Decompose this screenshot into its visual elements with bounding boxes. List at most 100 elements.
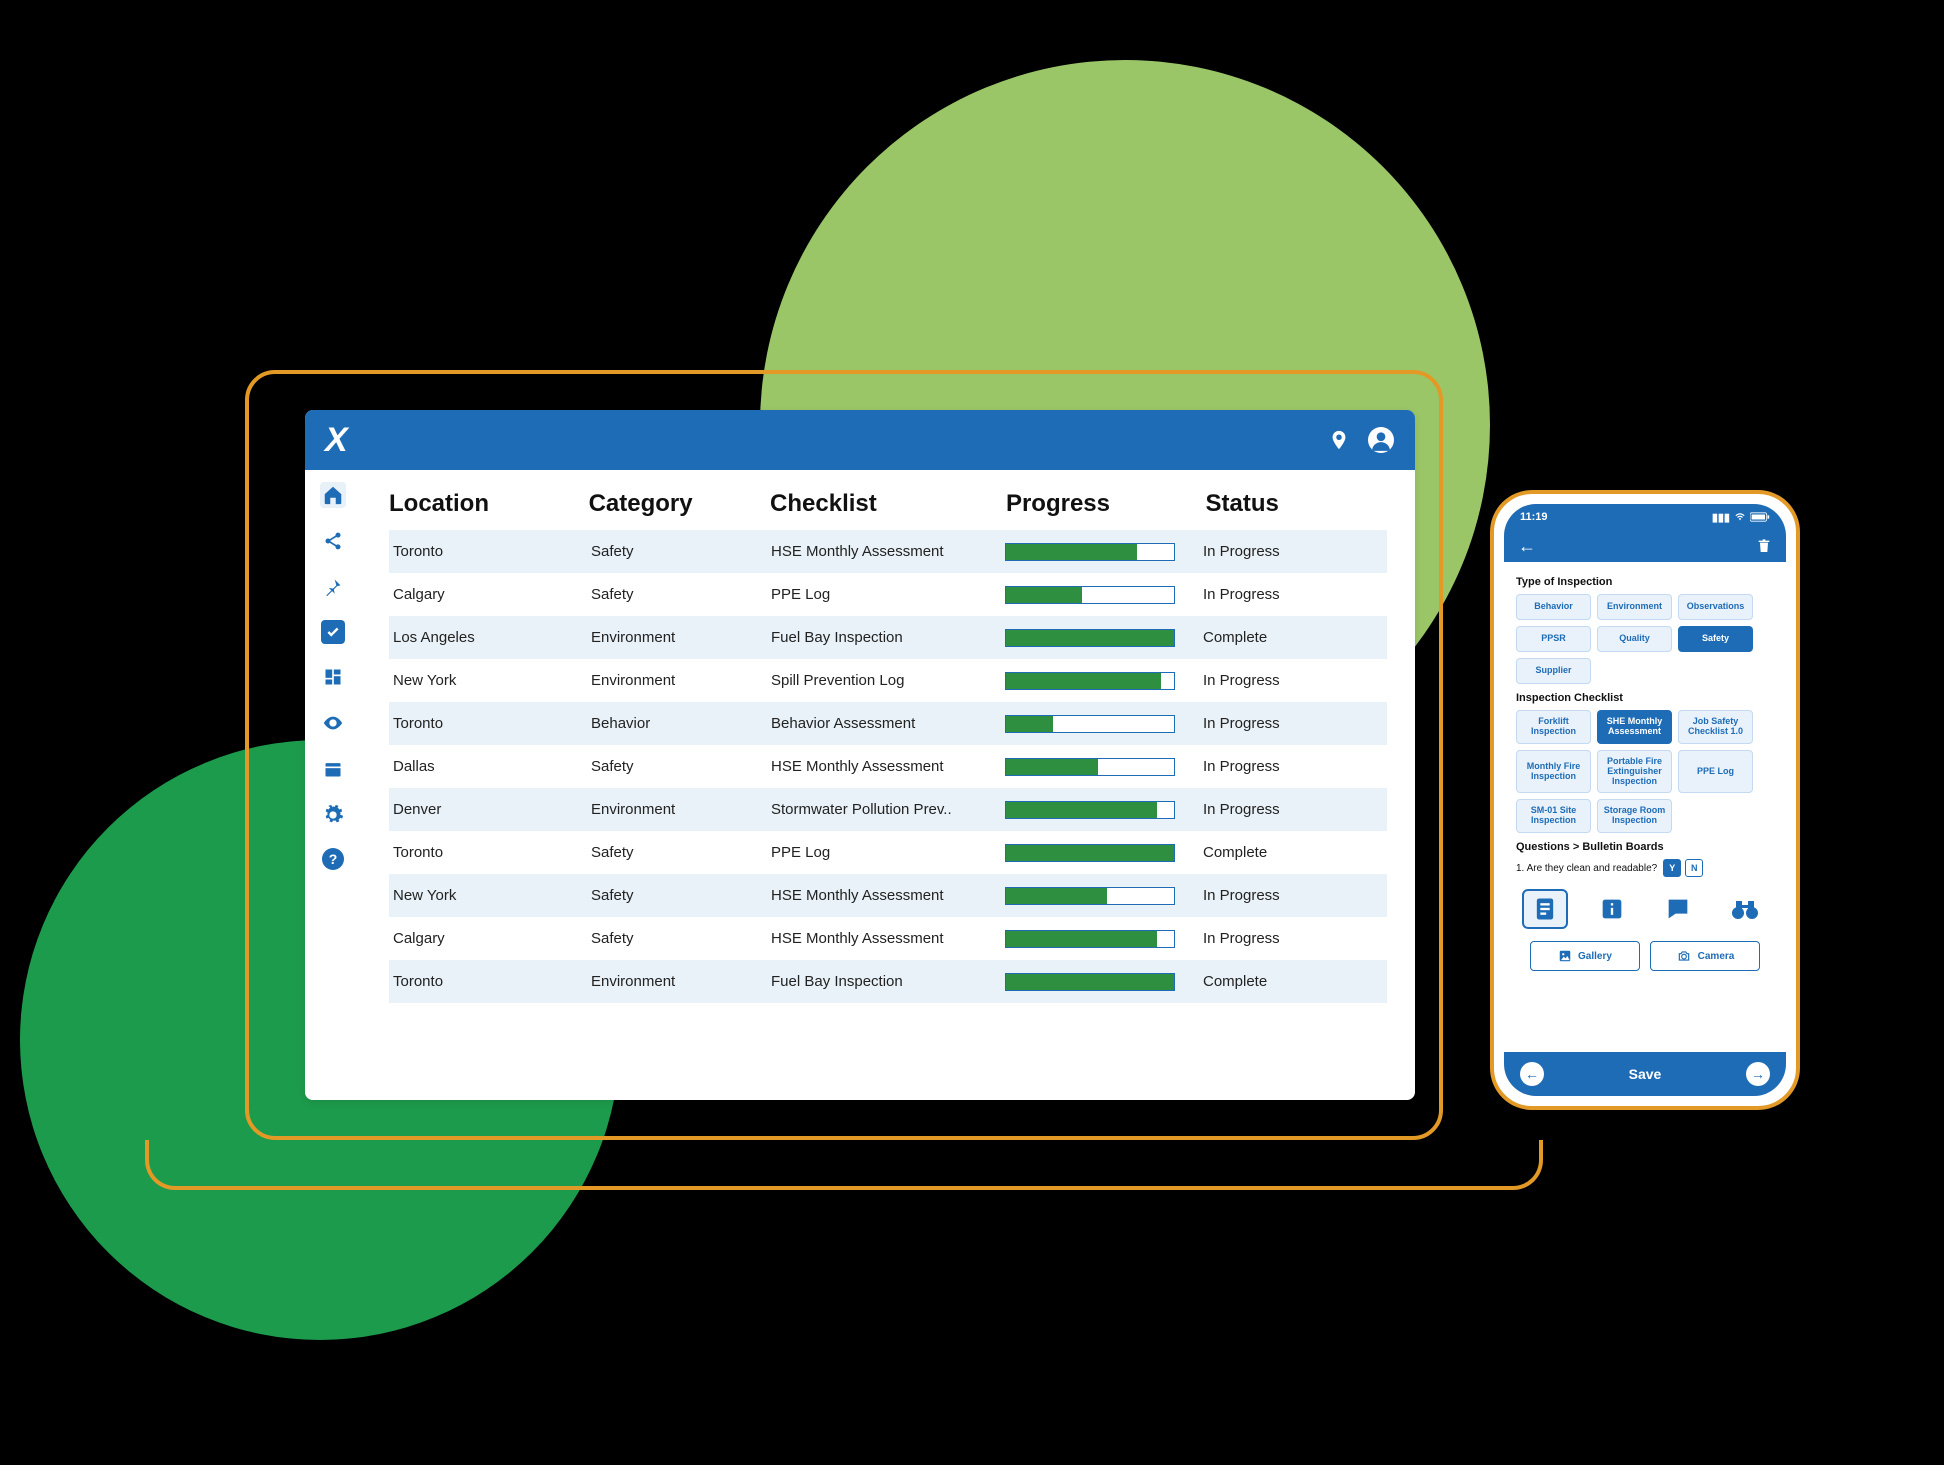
clipboard-icon[interactable] <box>1522 889 1568 929</box>
cell-category: Safety <box>591 930 771 947</box>
cell-category: Environment <box>591 973 771 990</box>
cell-checklist: Fuel Bay Inspection <box>771 973 1005 990</box>
cell-status: Complete <box>1203 844 1383 861</box>
cell-checklist: HSE Monthly Assessment <box>771 930 1005 947</box>
cell-location: Denver <box>393 801 591 818</box>
table-row[interactable]: New YorkSafetyHSE Monthly AssessmentIn P… <box>389 874 1387 917</box>
table-row[interactable]: CalgarySafetyPPE LogIn Progress <box>389 573 1387 616</box>
home-icon[interactable] <box>320 482 346 508</box>
cell-status: In Progress <box>1203 586 1383 603</box>
eye-icon[interactable] <box>320 710 346 736</box>
table-row[interactable]: New YorkEnvironmentSpill Prevention LogI… <box>389 659 1387 702</box>
cell-location: Toronto <box>393 715 591 732</box>
table-row[interactable]: DenverEnvironmentStormwater Pollution Pr… <box>389 788 1387 831</box>
no-button[interactable]: N <box>1685 859 1703 877</box>
col-status: Status <box>1206 490 1387 518</box>
cell-checklist: HSE Monthly Assessment <box>771 887 1005 904</box>
cell-category: Environment <box>591 672 771 689</box>
checklist-chip[interactable]: Monthly Fire Inspection <box>1516 750 1591 794</box>
cell-location: Los Angeles <box>393 629 591 646</box>
cell-progress <box>1005 629 1203 647</box>
location-pin-icon[interactable] <box>1325 426 1353 454</box>
trash-icon[interactable] <box>1756 538 1772 554</box>
share-icon[interactable] <box>320 528 346 554</box>
cell-status: In Progress <box>1203 715 1383 732</box>
save-button[interactable]: Save <box>1629 1066 1662 1082</box>
type-chip[interactable]: Environment <box>1597 594 1672 620</box>
desktop-app-window: X ? Location Category Checklis <box>305 410 1415 1100</box>
type-chip[interactable]: Observations <box>1678 594 1753 620</box>
checklist-chip[interactable]: Job Safety Checklist 1.0 <box>1678 710 1753 744</box>
sidebar: ? <box>305 470 361 1100</box>
cell-progress <box>1005 672 1203 690</box>
type-chip[interactable]: Safety <box>1678 626 1753 652</box>
info-icon[interactable] <box>1589 889 1635 929</box>
cell-checklist: HSE Monthly Assessment <box>771 543 1005 560</box>
gallery-button[interactable]: Gallery <box>1530 941 1640 971</box>
type-chip[interactable]: Quality <box>1597 626 1672 652</box>
cell-location: Calgary <box>393 930 591 947</box>
type-chip[interactable]: PPSR <box>1516 626 1591 652</box>
checklist-chip[interactable]: Portable Fire Extinguisher Inspection <box>1597 750 1672 794</box>
cell-progress <box>1005 586 1203 604</box>
table-row[interactable]: TorontoEnvironmentFuel Bay InspectionCom… <box>389 960 1387 1003</box>
help-icon[interactable]: ? <box>322 848 344 870</box>
yes-button[interactable]: Y <box>1663 859 1681 877</box>
checklist-chip[interactable]: PPE Log <box>1678 750 1753 794</box>
cell-location: New York <box>393 672 591 689</box>
gallery-label: Gallery <box>1578 951 1612 962</box>
gear-icon[interactable] <box>320 802 346 828</box>
next-button[interactable]: → <box>1746 1062 1770 1086</box>
pin-icon[interactable] <box>320 574 346 600</box>
cell-checklist: Behavior Assessment <box>771 715 1005 732</box>
cell-checklist: PPE Log <box>771 844 1005 861</box>
checklist-chip[interactable]: SHE Monthly Assessment <box>1597 710 1672 744</box>
checkbox-icon[interactable] <box>321 620 345 644</box>
cell-progress <box>1005 844 1203 862</box>
question-row: 1. Are they clean and readable? Y N <box>1516 859 1774 877</box>
table-content: Location Category Checklist Progress Sta… <box>361 470 1415 1100</box>
questions-label: Questions > Bulletin Boards <box>1516 841 1774 853</box>
table-row[interactable]: TorontoSafetyHSE Monthly AssessmentIn Pr… <box>389 530 1387 573</box>
table-row[interactable]: CalgarySafetyHSE Monthly Assessment In Pr… <box>389 917 1387 960</box>
cell-status: In Progress <box>1203 801 1383 818</box>
cell-status: In Progress <box>1203 930 1383 947</box>
back-icon[interactable]: ← <box>1518 536 1536 557</box>
cell-checklist: PPE Log <box>771 586 1005 603</box>
cell-progress <box>1005 543 1203 561</box>
table-row[interactable]: TorontoSafetyPPE Log Complete <box>389 831 1387 874</box>
cell-checklist: Fuel Bay Inspection <box>771 629 1005 646</box>
prev-button[interactable]: ← <box>1520 1062 1544 1086</box>
table-row[interactable]: DallasSafetyHSE Monthly AssessmentIn Pro… <box>389 745 1387 788</box>
calendar-icon[interactable] <box>320 756 346 782</box>
app-header: X <box>305 410 1415 470</box>
cell-category: Safety <box>591 844 771 861</box>
cell-status: Complete <box>1203 629 1383 646</box>
cell-category: Environment <box>591 629 771 646</box>
chat-icon[interactable] <box>1655 889 1701 929</box>
cell-progress <box>1005 715 1203 733</box>
checklist-chip[interactable]: Storage Room Inspection <box>1597 799 1672 833</box>
table-row[interactable]: TorontoBehaviorBehavior AssessmentIn Pro… <box>389 702 1387 745</box>
phone-bottom-bar: ← Save → <box>1504 1052 1786 1096</box>
cell-location: Toronto <box>393 844 591 861</box>
cell-status: In Progress <box>1203 543 1383 560</box>
cell-status: In Progress <box>1203 887 1383 904</box>
cell-location: Dallas <box>393 758 591 775</box>
cell-progress <box>1005 973 1203 991</box>
phone-top-bar: ← <box>1504 530 1786 562</box>
binoculars-icon[interactable] <box>1722 889 1768 929</box>
table-row[interactable]: Los AngelesEnvironmentFuel Bay Inspectio… <box>389 616 1387 659</box>
cell-location: Toronto <box>393 543 591 560</box>
camera-button[interactable]: Camera <box>1650 941 1760 971</box>
inspection-checklist-label: Inspection Checklist <box>1516 692 1774 704</box>
type-chip-row: BehaviorEnvironmentObservations PPSRQuali… <box>1516 594 1774 684</box>
checklist-chip[interactable]: SM-01 Site Inspection <box>1516 799 1591 833</box>
dashboard-icon[interactable] <box>320 664 346 690</box>
checklist-chip[interactable]: Forklift Inspection <box>1516 710 1591 744</box>
cell-progress <box>1005 930 1203 948</box>
profile-icon[interactable] <box>1367 426 1395 454</box>
type-chip[interactable]: Behavior <box>1516 594 1591 620</box>
type-chip[interactable]: Supplier <box>1516 658 1591 684</box>
signal-icon: ▮▮▮ <box>1712 511 1730 524</box>
